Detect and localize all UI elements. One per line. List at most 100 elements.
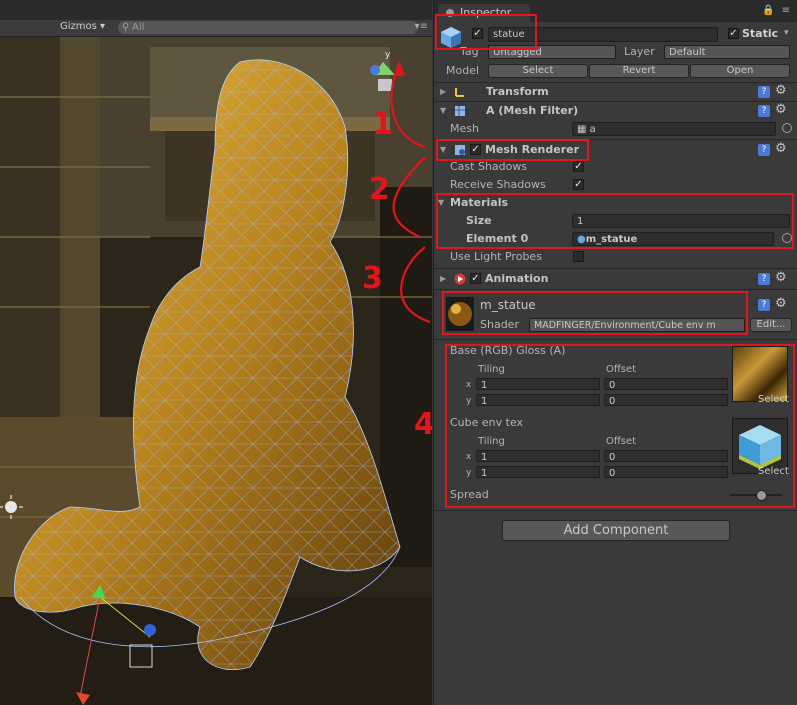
component-tools: ? ⚙ (758, 270, 792, 286)
cast-shadows-checkbox[interactable]: ✓ (573, 161, 584, 172)
spread-slider-handle[interactable] (756, 490, 767, 501)
fold-arrow-icon[interactable]: ▶ (440, 83, 446, 101)
cubemap-icon (739, 425, 781, 469)
help-icon[interactable]: ? (758, 273, 770, 285)
scene-search-input[interactable]: ⚲ All (118, 21, 418, 34)
scene-menu-icon[interactable]: ▾≡ (415, 21, 428, 32)
cube-tiling-x-field[interactable]: 1 (476, 450, 600, 462)
mesh-row: Mesh ▦ a (434, 120, 797, 138)
scene-render[interactable] (0, 37, 432, 705)
fold-arrow-icon[interactable]: ▼ (440, 102, 446, 120)
help-icon[interactable]: ? (758, 105, 770, 117)
animation-header[interactable]: ▶ ✓ Animation ? ⚙ (434, 270, 797, 288)
tag-label: Tag (460, 45, 479, 58)
component-tools: ? ⚙ (758, 102, 792, 118)
material-sphere-preview-icon (446, 297, 474, 331)
lock-icon[interactable]: 🔒 ≡ (762, 5, 792, 16)
cube-texture-label: Cube env tex (450, 416, 524, 429)
object-picker-icon[interactable] (782, 233, 792, 243)
mesh-field[interactable]: ▦ a (572, 122, 776, 136)
annotation-number-4: 4 (414, 407, 432, 442)
model-label: Model (446, 64, 480, 77)
layer-label: Layer (624, 45, 655, 58)
component-tools: ? ⚙ (758, 83, 792, 99)
cube-texture-select[interactable]: Select (758, 466, 789, 477)
material-sphere-icon: ● (577, 234, 586, 245)
fold-arrow-icon[interactable]: ▼ (440, 141, 446, 159)
object-active-checkbox[interactable]: ✓ (472, 28, 483, 39)
tag-layer-row: Tag Untagged Layer Default (434, 43, 797, 61)
light-probes-row: Use Light Probes (434, 248, 797, 266)
light-probes-checkbox[interactable] (573, 251, 584, 262)
gear-icon[interactable]: ⚙ (775, 102, 787, 117)
gizmos-label: Gizmos (60, 21, 97, 32)
gear-icon[interactable]: ⚙ (775, 270, 787, 285)
divider (434, 510, 797, 511)
model-revert-button[interactable]: Revert (589, 64, 689, 78)
fold-arrow-icon[interactable]: ▶ (440, 270, 446, 288)
materials-label: Materials (450, 196, 509, 209)
animation-title: Animation (485, 272, 549, 285)
model-row: Model Select Revert Open (434, 62, 797, 80)
tag-dropdown[interactable]: Untagged (488, 45, 616, 59)
element-value: m_statue (585, 234, 638, 245)
animation-enabled-checkbox[interactable]: ✓ (470, 273, 481, 284)
base-offset-x-field[interactable]: 0 (604, 378, 728, 390)
mesh-filter-icon (455, 106, 465, 116)
size-row: Size 1 (434, 212, 797, 230)
receive-shadows-row: Receive Shadows ✓ (434, 176, 797, 194)
model-open-button[interactable]: Open (690, 64, 790, 78)
transform-title: Transform (486, 85, 549, 98)
gear-icon[interactable]: ⚙ (775, 296, 787, 311)
cube-y-label: y (466, 468, 472, 478)
tag-value: Untagged (493, 47, 542, 58)
add-component-button[interactable]: Add Component (502, 520, 730, 541)
size-field[interactable]: 1 (572, 214, 790, 228)
element-row: Element 0 ●m_statue (434, 230, 797, 248)
base-offset-y-field[interactable]: 0 (604, 394, 728, 406)
model-select-button[interactable]: Select (488, 64, 588, 78)
axis-y-label: y (385, 50, 391, 60)
tab-inspector-label: Inspector (460, 6, 512, 19)
static-checkbox[interactable]: ✓ (728, 28, 739, 39)
shader-dropdown[interactable]: MADFINGER/Environment/Cube env m (529, 318, 745, 332)
object-picker-icon[interactable] (782, 123, 792, 133)
gizmos-dropdown[interactable]: Gizmos ▾ (60, 21, 105, 32)
transform-header[interactable]: ▶ Transform ? ⚙ (434, 83, 797, 101)
mesh-label: Mesh (450, 122, 479, 135)
cast-shadows-label: Cast Shadows (450, 160, 528, 173)
annotation-number-2: 2 (369, 172, 390, 207)
static-label: Static (742, 27, 779, 40)
mesh-renderer-header[interactable]: ▼ ✓ Mesh Renderer ? ⚙ (434, 141, 797, 159)
cube-offset-x-field[interactable]: 0 (604, 450, 728, 462)
mesh-renderer-enabled-checkbox[interactable]: ✓ (470, 144, 481, 155)
shader-label: Shader (480, 318, 519, 331)
cube-tiling-y-field[interactable]: 1 (476, 466, 600, 478)
divider (434, 139, 797, 140)
gear-icon[interactable]: ⚙ (775, 141, 787, 156)
static-dropdown-icon[interactable]: ▾ (784, 28, 789, 38)
shader-edit-button[interactable]: Edit... (750, 318, 792, 332)
base-tiling-x-field[interactable]: 1 (476, 378, 600, 390)
receive-shadows-checkbox[interactable]: ✓ (573, 179, 584, 190)
base-tiling-label: Tiling (478, 364, 505, 375)
base-tiling-y-field[interactable]: 1 (476, 394, 600, 406)
scene-view[interactable]: 1 2 3 4 Gizmos ▾ ⚲ All ▾≡ y (0, 0, 432, 705)
tab-inspector[interactable]: Inspector (438, 4, 530, 22)
mesh-renderer-title: Mesh Renderer (485, 143, 580, 156)
mesh-filter-header[interactable]: ▼ A (Mesh Filter) ? ⚙ (434, 102, 797, 120)
object-name-field[interactable]: statue (488, 27, 718, 42)
materials-row[interactable]: ▼ Materials (434, 194, 797, 212)
fold-arrow-icon[interactable]: ▼ (438, 194, 444, 212)
help-icon[interactable]: ? (758, 144, 770, 156)
divider (434, 339, 797, 340)
layer-dropdown[interactable]: Default (664, 45, 790, 59)
scene-tabbar (0, 0, 432, 20)
help-icon[interactable]: ? (758, 86, 770, 98)
cube-offset-y-field[interactable]: 0 (604, 466, 728, 478)
help-icon[interactable]: ? (758, 299, 770, 311)
base-texture-select[interactable]: Select (758, 394, 789, 405)
search-icon: ⚲ (122, 22, 130, 33)
gear-icon[interactable]: ⚙ (775, 83, 787, 98)
element-field[interactable]: ●m_statue (572, 232, 774, 246)
